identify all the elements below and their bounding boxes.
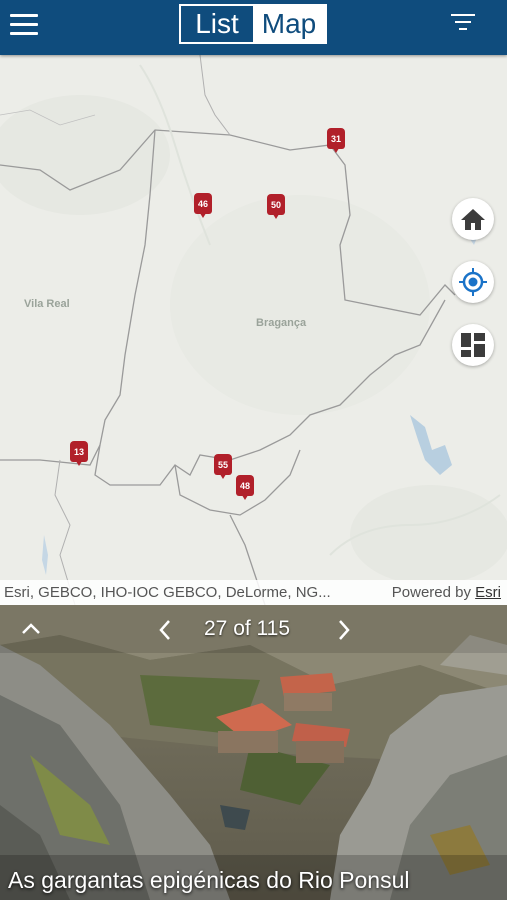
- map-basemap: [0, 55, 507, 605]
- map-attribution: Esri, GEBCO, IHO-IOC GEBCO, DeLorme, NG.…: [0, 580, 507, 605]
- carousel-pager: 27 of 115: [0, 605, 507, 655]
- map-marker[interactable]: 48: [236, 475, 254, 501]
- place-label-vila-real: Vila Real: [24, 298, 70, 310]
- menu-icon[interactable]: [10, 14, 38, 38]
- basemap-gallery-button[interactable]: [452, 324, 494, 366]
- home-icon: [461, 209, 485, 230]
- feature-title[interactable]: As gargantas epigénicas do Rio Ponsul: [8, 867, 409, 894]
- top-bar: List Map: [0, 0, 507, 55]
- map-marker[interactable]: 55: [214, 454, 232, 480]
- locate-icon: [459, 268, 487, 296]
- view-toggle: List Map: [179, 4, 327, 44]
- map-marker[interactable]: 13: [70, 441, 88, 467]
- attribution-text: Esri, GEBCO, IHO-IOC GEBCO, DeLorme, NG.…: [4, 584, 331, 601]
- place-label-braganca: Bragança: [256, 317, 307, 329]
- map-marker[interactable]: 46: [194, 193, 212, 219]
- filter-icon[interactable]: [450, 14, 476, 40]
- map-view[interactable]: Vila Real Bragança 31 46 50 13 55 48: [0, 55, 507, 605]
- feature-carousel[interactable]: 27 of 115 As gargantas epigénicas do Rio…: [0, 605, 507, 900]
- locate-button[interactable]: [452, 261, 494, 303]
- home-button[interactable]: [452, 198, 494, 240]
- list-tab[interactable]: List: [181, 6, 253, 42]
- next-chevron-icon[interactable]: [335, 618, 353, 642]
- powered-by: Powered by Esri: [392, 584, 501, 601]
- esri-link[interactable]: Esri: [475, 584, 501, 601]
- collapse-chevron-up-icon[interactable]: [20, 619, 42, 637]
- basemap-gallery-icon: [461, 333, 485, 357]
- powered-by-label: Powered by: [391, 584, 471, 601]
- map-marker[interactable]: 50: [267, 194, 285, 220]
- map-marker[interactable]: 31: [327, 128, 345, 154]
- map-tab[interactable]: Map: [253, 6, 325, 42]
- carousel-position: 27 of 115: [204, 617, 291, 640]
- previous-chevron-icon[interactable]: [156, 618, 174, 642]
